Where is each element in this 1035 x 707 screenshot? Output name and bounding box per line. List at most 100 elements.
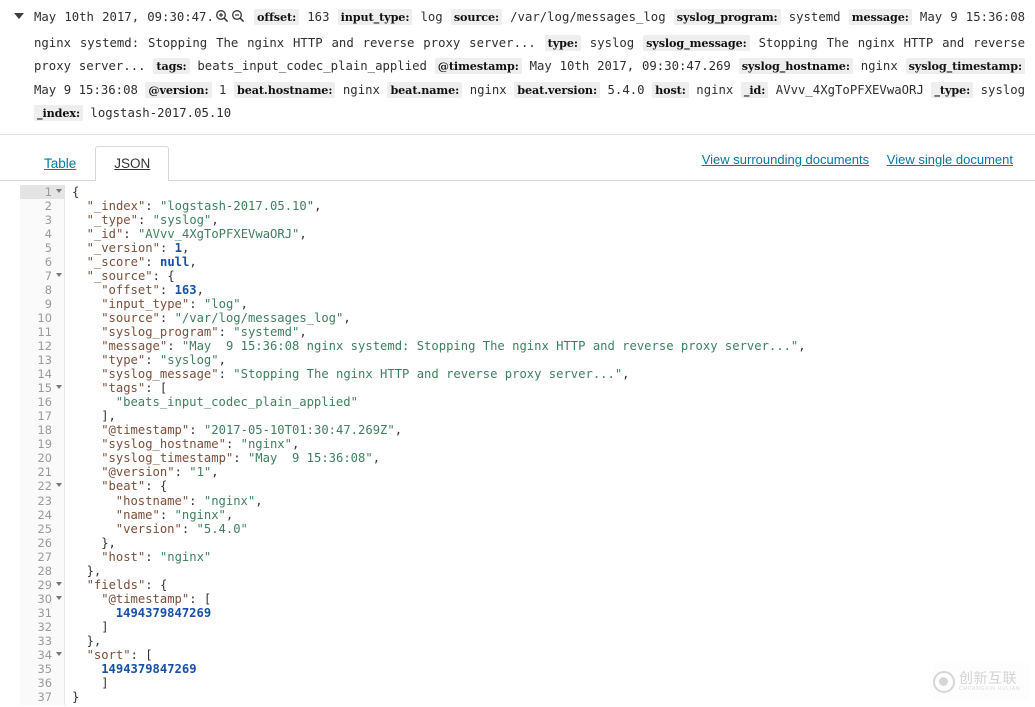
field-value-beat-name: nginx bbox=[462, 82, 507, 97]
code-line[interactable]: 16 "beats_input_codec_plain_applied" bbox=[20, 395, 1020, 409]
code-token-s: "nginx" bbox=[174, 507, 226, 522]
field-key--timestamp[interactable]: @timestamp: bbox=[434, 58, 522, 74]
code-line-text: ], bbox=[72, 409, 116, 423]
fold-toggle-icon[interactable] bbox=[56, 595, 62, 600]
code-token-k: "tags" bbox=[101, 381, 146, 396]
view-surrounding-documents-link[interactable]: View surrounding documents bbox=[702, 152, 869, 167]
field-key-syslog-timestamp[interactable]: syslog_timestamp: bbox=[905, 58, 1025, 74]
code-line-text: }, bbox=[72, 563, 102, 578]
field-key-message[interactable]: message: bbox=[848, 9, 912, 25]
code-line[interactable]: 17], bbox=[20, 409, 1020, 423]
code-line[interactable]: 36] bbox=[20, 676, 1020, 690]
detail-tabs-bar: Table JSON View surrounding documents Vi… bbox=[0, 143, 1035, 181]
code-line[interactable]: 27 "host": "nginx" bbox=[20, 550, 1020, 564]
code-line[interactable]: 22 "beat": { bbox=[20, 479, 1020, 493]
code-line[interactable]: 7 "_source": { bbox=[20, 269, 1020, 283]
field-key-tags[interactable]: tags: bbox=[153, 58, 190, 74]
code-token-p: ] bbox=[101, 619, 109, 634]
field-key-beat-hostname[interactable]: beat.hostname: bbox=[233, 81, 336, 98]
field-key-beat-version[interactable]: beat.version: bbox=[514, 81, 600, 98]
code-token-k: "type" bbox=[101, 353, 146, 368]
code-line[interactable]: 23 "hostname": "nginx", bbox=[20, 494, 1020, 508]
code-line[interactable]: 13 "type": "syslog", bbox=[20, 353, 1020, 367]
magnify-plus-icon[interactable] bbox=[215, 8, 229, 32]
field-key-beat-name[interactable]: beat.name: bbox=[387, 81, 463, 98]
code-line[interactable]: 37} bbox=[20, 690, 1020, 704]
field-key--type[interactable]: _type: bbox=[931, 81, 974, 98]
code-line[interactable]: 35 1494379847269 bbox=[20, 662, 1020, 676]
code-line[interactable]: 12 "message": "May 9 15:36:08 nginx syste… bbox=[20, 339, 1020, 353]
code-token-p: , bbox=[218, 353, 226, 368]
code-line[interactable]: 15 "tags": [ bbox=[20, 381, 1020, 395]
code-line[interactable]: 6 "_score": null, bbox=[20, 255, 1020, 269]
code-line[interactable]: 31 1494379847269 bbox=[20, 606, 1020, 620]
line-number: 33 bbox=[37, 634, 53, 648]
code-token-s: "syslog" bbox=[152, 212, 212, 227]
code-line[interactable]: 19 "syslog_hostname": "nginx", bbox=[20, 437, 1020, 451]
code-token-p: , bbox=[622, 367, 630, 382]
code-line[interactable]: 29 "fields": { bbox=[20, 578, 1020, 592]
code-token-p: : bbox=[233, 451, 248, 466]
field-key--id[interactable]: _id: bbox=[740, 81, 769, 98]
tab-json[interactable]: JSON bbox=[95, 145, 170, 181]
code-line[interactable]: 5 "_version": 1, bbox=[20, 241, 1020, 255]
code-line[interactable]: 11 "syslog_program": "systemd", bbox=[20, 325, 1020, 339]
code-token-s: "1" bbox=[189, 465, 212, 480]
code-line[interactable]: 2 "_index": "logstash-2017.05.10", bbox=[20, 199, 1020, 213]
code-token-p: : bbox=[167, 339, 182, 354]
code-line-text: "_index": "logstash-2017.05.10", bbox=[72, 199, 322, 213]
field-key--index[interactable]: _index: bbox=[34, 105, 84, 121]
json-code-viewer[interactable]: 1{2 "_index": "logstash-2017.05.10", 3 "_ty… bbox=[0, 184, 1035, 705]
code-line[interactable]: 3 "_type": "syslog", bbox=[20, 213, 1020, 227]
code-line-text: "beats_input_codec_plain_applied" bbox=[72, 395, 358, 409]
field-key-syslog-program[interactable]: syslog_program: bbox=[673, 9, 781, 25]
code-line[interactable]: 1{ bbox=[20, 184, 1020, 199]
fold-toggle-icon[interactable] bbox=[56, 652, 62, 657]
json-code-lines[interactable]: 1{2 "_index": "logstash-2017.05.10", 3 "_ty… bbox=[20, 184, 1020, 705]
code-line[interactable]: 21 "@version": "1", bbox=[20, 465, 1020, 479]
code-line-text: "_source": { bbox=[72, 269, 175, 283]
code-line[interactable]: 10 "source": "/var/log/messages_log", bbox=[20, 311, 1020, 325]
field-key-syslog-message[interactable]: syslog_message: bbox=[643, 34, 750, 51]
code-line[interactable]: 4 "_id": "AVvv_4XgToPFXEVwaORJ", bbox=[20, 227, 1020, 241]
code-line[interactable]: 28}, bbox=[20, 564, 1020, 578]
tab-table[interactable]: Table bbox=[25, 146, 95, 181]
field-key-syslog-hostname[interactable]: syslog_hostname: bbox=[738, 58, 853, 74]
field-key-source[interactable]: source: bbox=[450, 9, 502, 25]
view-single-document-link[interactable]: View single document bbox=[887, 152, 1013, 167]
field-key-offset[interactable]: offset: bbox=[254, 9, 300, 25]
fold-toggle-icon[interactable] bbox=[56, 581, 62, 586]
field-key-input-type[interactable]: input_type: bbox=[337, 9, 413, 25]
code-line[interactable]: 25 "version": "5.4.0" bbox=[20, 522, 1020, 536]
code-line[interactable]: 9 "input_type": "log", bbox=[20, 297, 1020, 311]
code-token-n: 1 bbox=[174, 240, 182, 255]
code-line-text: 1494379847269 bbox=[72, 606, 211, 620]
code-token-k: "syslog_message" bbox=[101, 367, 219, 382]
code-line[interactable]: 26}, bbox=[20, 536, 1020, 550]
code-line[interactable]: 33}, bbox=[20, 634, 1020, 648]
code-token-p: : { bbox=[145, 479, 168, 494]
code-line[interactable]: 8 "offset": 163, bbox=[20, 283, 1020, 297]
code-line[interactable]: 30 "@timestamp": [ bbox=[20, 592, 1020, 606]
code-line-text: "syslog_hostname": "nginx", bbox=[72, 437, 299, 451]
field-key--version[interactable]: @version: bbox=[145, 81, 212, 98]
code-token-p: }, bbox=[86, 563, 102, 578]
fold-toggle-icon[interactable] bbox=[56, 272, 62, 277]
code-line[interactable]: 18 "@timestamp": "2017-05-10T01:30:47.269… bbox=[20, 423, 1020, 437]
code-line[interactable]: 24 "name": "nginx", bbox=[20, 508, 1020, 522]
code-token-p: : bbox=[189, 296, 204, 311]
code-line[interactable]: 14 "syslog_message": "Stopping The nginx … bbox=[20, 367, 1020, 381]
code-token-k: "fields" bbox=[86, 577, 146, 592]
magnify-minus-icon[interactable] bbox=[231, 8, 245, 32]
field-key-type[interactable]: type: bbox=[544, 34, 581, 51]
code-line[interactable]: 32] bbox=[20, 620, 1020, 634]
code-line[interactable]: 34 "sort": [ bbox=[20, 648, 1020, 662]
code-line[interactable]: 20 "syslog_timestamp": "May 9 15:36:08", bbox=[20, 451, 1020, 465]
line-number: 27 bbox=[37, 549, 53, 564]
fold-toggle-icon[interactable] bbox=[56, 385, 62, 390]
field-key-host[interactable]: host: bbox=[652, 81, 689, 98]
watermark-cn-text: 创新互联 bbox=[959, 670, 1017, 687]
collapse-row-toggle[interactable] bbox=[14, 9, 28, 23]
fold-toggle-icon[interactable] bbox=[56, 188, 62, 193]
fold-toggle-icon[interactable] bbox=[56, 483, 62, 488]
